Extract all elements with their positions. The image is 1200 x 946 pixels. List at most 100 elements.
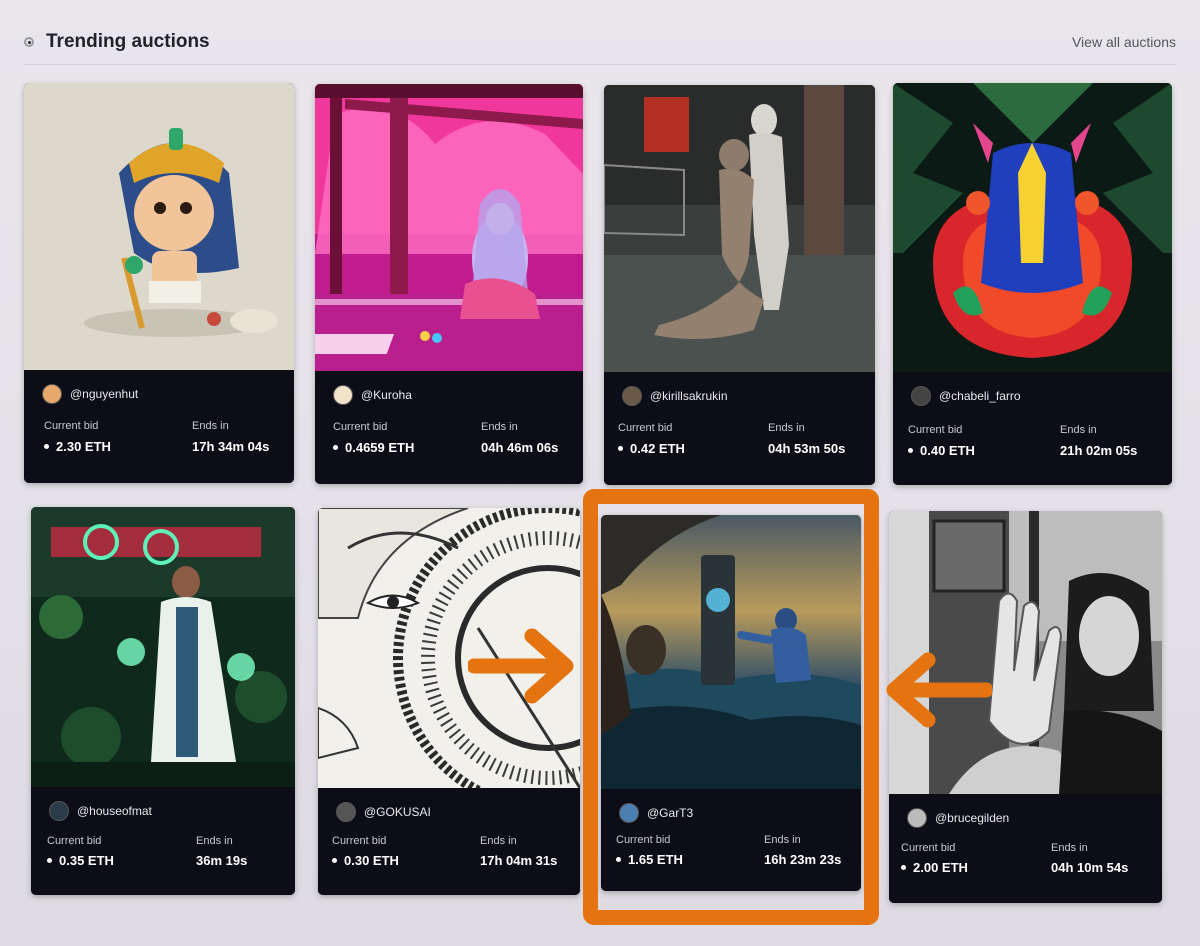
section-header: Trending auctions View all auctions: [24, 24, 1176, 60]
eth-icon: [332, 858, 337, 863]
creator-handle: @Kuroha: [361, 388, 412, 402]
avatar: [336, 802, 356, 822]
card-info: @kirillsakrukin Current bid Ends in 0.42…: [604, 372, 875, 485]
current-bid-value: 0.35 ETH: [47, 853, 114, 868]
bid-amount: 2.30 ETH: [56, 439, 111, 454]
ends-in-label: Ends in: [481, 421, 518, 433]
ends-in-label: Ends in: [1051, 842, 1088, 854]
header-divider: [24, 64, 1176, 65]
view-all-auctions-link[interactable]: View all auctions: [1072, 34, 1176, 50]
avatar: [907, 808, 927, 828]
eth-icon: [333, 445, 338, 450]
creator[interactable]: @houseofmat: [49, 801, 152, 821]
avatar: [622, 386, 642, 406]
current-bid-value: 0.42 ETH: [618, 441, 685, 456]
current-bid-value: 0.40 ETH: [908, 443, 975, 458]
creator[interactable]: @GOKUSAI: [336, 802, 431, 822]
avatar: [49, 801, 69, 821]
eth-icon: [908, 448, 913, 453]
auction-card-gart3[interactable]: @GarT3 Current bid Ends in 1.65 ETH 16h …: [601, 515, 861, 891]
auction-card-kuroha[interactable]: @Kuroha Current bid Ends in 0.4659 ETH 0…: [315, 84, 583, 484]
current-bid-label: Current bid: [618, 422, 673, 434]
countdown: 36m 19s: [196, 853, 248, 868]
bid-amount: 0.30 ETH: [344, 853, 399, 868]
current-bid-label: Current bid: [47, 835, 102, 847]
auction-card-gokusai[interactable]: @GOKUSAI Current bid Ends in 0.30 ETH 17…: [318, 508, 580, 895]
card-info: @GarT3 Current bid Ends in 1.65 ETH 16h …: [601, 789, 861, 891]
section-title: Trending auctions: [46, 31, 210, 52]
artwork-image[interactable]: [601, 515, 861, 789]
countdown: 21h 02m 05s: [1060, 443, 1138, 458]
creator[interactable]: @brucegilden: [907, 808, 1009, 828]
auction-card-kirillsakrukin[interactable]: @kirillsakrukin Current bid Ends in 0.42…: [604, 85, 875, 485]
auction-card-nguyenhut[interactable]: @nguyenhut Current bid Ends in 2.30 ETH …: [24, 83, 294, 483]
ends-in-label: Ends in: [764, 834, 801, 846]
creator-handle: @kirillsakrukin: [650, 389, 728, 403]
card-info: @Kuroha Current bid Ends in 0.4659 ETH 0…: [315, 371, 583, 484]
avatar: [42, 384, 62, 404]
creator-handle: @chabeli_farro: [939, 389, 1021, 403]
countdown: 17h 34m 04s: [192, 439, 270, 454]
current-bid-label: Current bid: [901, 842, 956, 854]
countdown: 04h 53m 50s: [768, 441, 846, 456]
card-info: @GOKUSAI Current bid Ends in 0.30 ETH 17…: [318, 788, 580, 895]
avatar: [619, 803, 639, 823]
bid-amount: 0.35 ETH: [59, 853, 114, 868]
creator[interactable]: @kirillsakrukin: [622, 386, 728, 406]
current-bid-value: 0.30 ETH: [332, 853, 399, 868]
card-info: @chabeli_farro Current bid Ends in 0.40 …: [893, 372, 1172, 485]
artwork-image[interactable]: [889, 511, 1162, 794]
auction-card-chabeli-farro[interactable]: @chabeli_farro Current bid Ends in 0.40 …: [893, 83, 1172, 485]
eth-icon: [47, 858, 52, 863]
current-bid-label: Current bid: [44, 420, 99, 432]
auction-card-houseofmat[interactable]: @houseofmat Current bid Ends in 0.35 ETH…: [31, 507, 295, 895]
creator[interactable]: @GarT3: [619, 803, 693, 823]
current-bid-value: 0.4659 ETH: [333, 440, 414, 455]
creator[interactable]: @Kuroha: [333, 385, 412, 405]
artwork-image[interactable]: [318, 508, 580, 788]
artwork-image[interactable]: [315, 84, 583, 371]
countdown: 04h 10m 54s: [1051, 860, 1129, 875]
card-info: @houseofmat Current bid Ends in 0.35 ETH…: [31, 787, 295, 895]
card-info: @nguyenhut Current bid Ends in 2.30 ETH …: [24, 370, 294, 483]
artwork-image[interactable]: [24, 83, 294, 370]
bid-amount: 0.40 ETH: [920, 443, 975, 458]
eth-icon: [616, 857, 621, 862]
eth-icon: [44, 444, 49, 449]
avatar: [911, 386, 931, 406]
creator[interactable]: @nguyenhut: [42, 384, 138, 404]
current-bid-value: 2.00 ETH: [901, 860, 968, 875]
ends-in-label: Ends in: [192, 420, 229, 432]
eth-icon: [618, 446, 623, 451]
ends-in-label: Ends in: [768, 422, 805, 434]
live-dot-icon: [24, 37, 34, 47]
ends-in-label: Ends in: [1060, 424, 1097, 436]
artwork-image[interactable]: [893, 83, 1172, 372]
bid-amount: 0.4659 ETH: [345, 440, 415, 455]
auction-card-brucegilden[interactable]: @brucegilden Current bid Ends in 2.00 ET…: [889, 511, 1162, 903]
current-bid-label: Current bid: [332, 835, 387, 847]
avatar: [333, 385, 353, 405]
creator-handle: @GOKUSAI: [364, 805, 431, 819]
artwork-image[interactable]: [604, 85, 875, 372]
bid-amount: 0.42 ETH: [630, 441, 685, 456]
current-bid-label: Current bid: [333, 421, 388, 433]
current-bid-label: Current bid: [908, 424, 963, 436]
creator-handle: @nguyenhut: [70, 387, 139, 401]
ends-in-label: Ends in: [480, 835, 517, 847]
bid-amount: 2.00 ETH: [913, 860, 968, 875]
current-bid-value: 1.65 ETH: [616, 852, 683, 867]
countdown: 16h 23m 23s: [764, 852, 842, 867]
bid-amount: 1.65 ETH: [628, 852, 683, 867]
current-bid-label: Current bid: [616, 834, 671, 846]
current-bid-value: 2.30 ETH: [44, 439, 111, 454]
creator[interactable]: @chabeli_farro: [911, 386, 1021, 406]
creator-handle: @houseofmat: [77, 804, 152, 818]
countdown: 17h 04m 31s: [480, 853, 558, 868]
creator-handle: @brucegilden: [935, 811, 1010, 825]
artwork-image[interactable]: [31, 507, 295, 787]
countdown: 04h 46m 06s: [481, 440, 559, 455]
creator-handle: @GarT3: [647, 806, 694, 820]
card-info: @brucegilden Current bid Ends in 2.00 ET…: [889, 794, 1162, 903]
eth-icon: [901, 865, 906, 870]
